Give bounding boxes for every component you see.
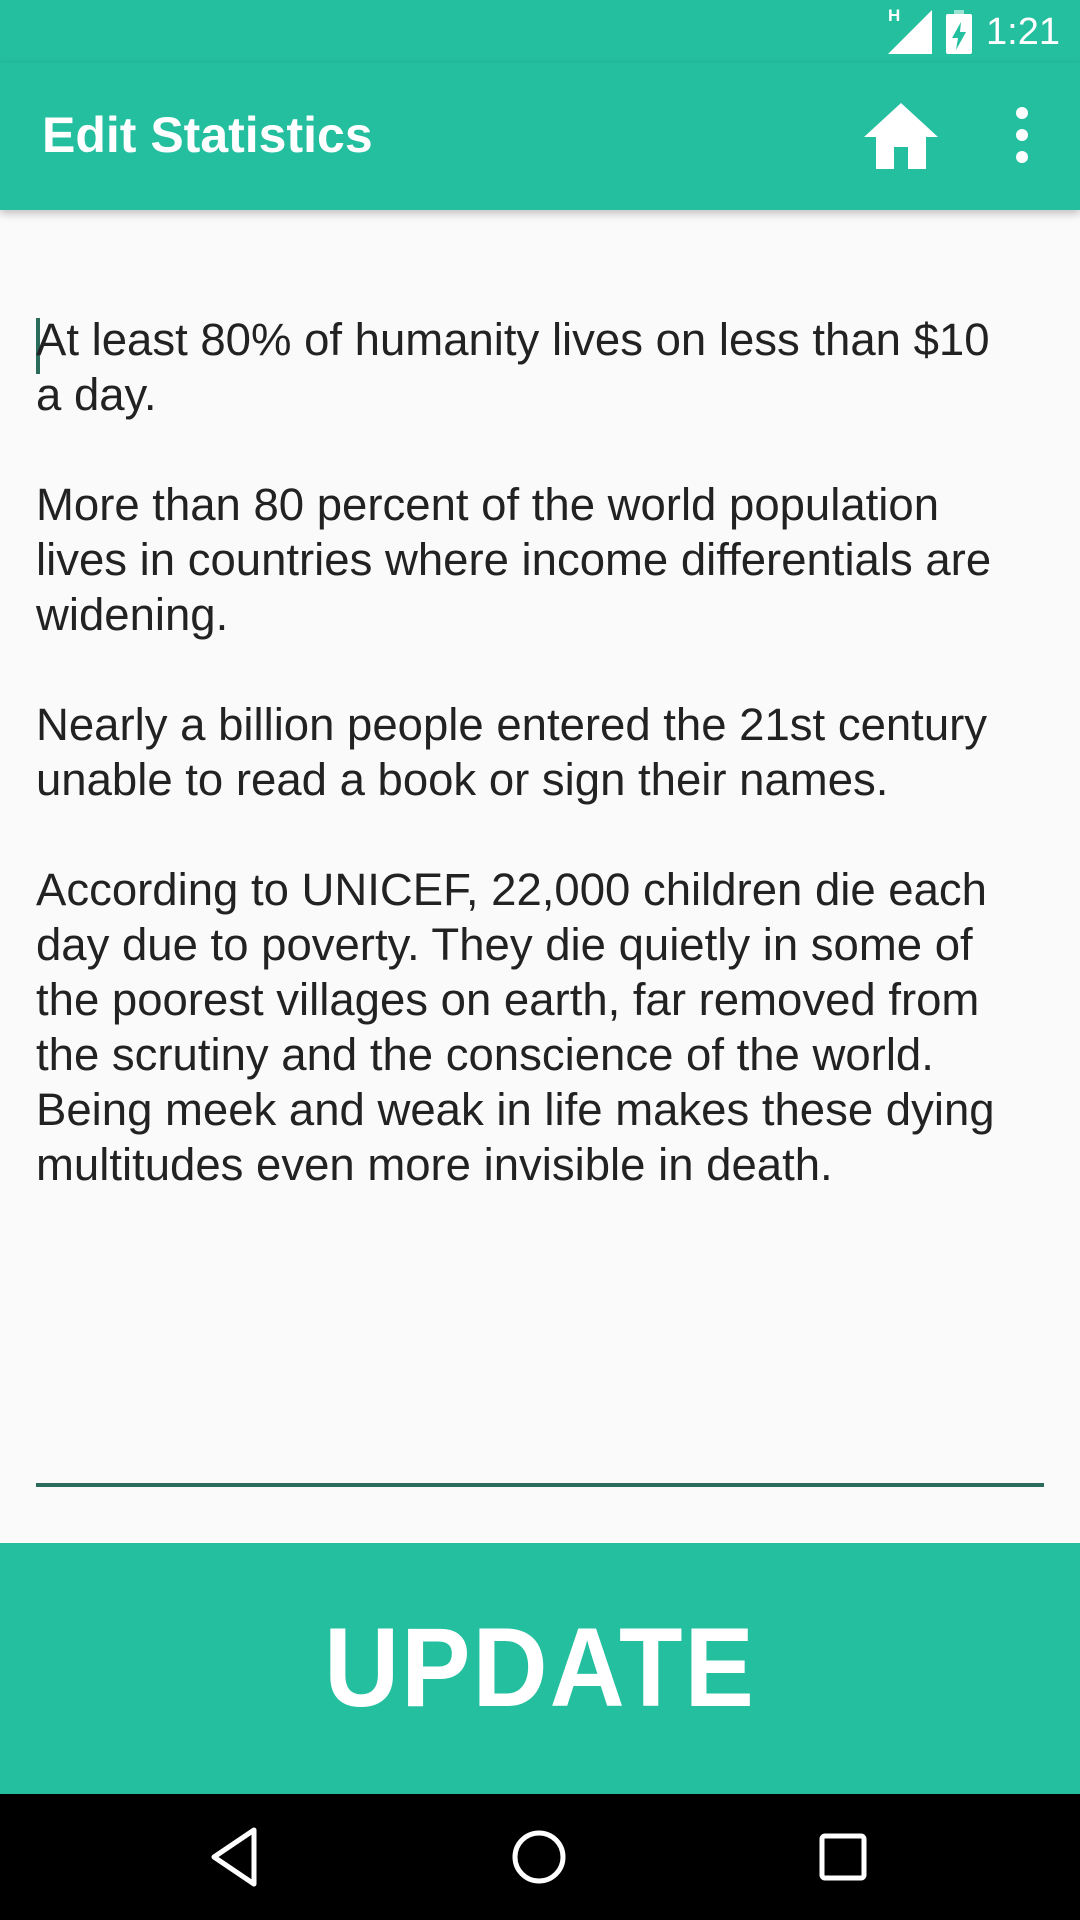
text-field-underline [36,1483,1044,1487]
status-bar: H 1:21 [0,0,1080,63]
navigation-bar [0,1794,1080,1920]
app-bar: Edit Statistics [0,63,1080,210]
home-button[interactable] [862,99,940,173]
update-button-label: UPDATE [324,1605,756,1731]
home-nav-button[interactable] [506,1824,572,1890]
back-icon [211,1827,257,1887]
battery-charging-icon [946,10,973,54]
overflow-menu-button[interactable] [994,101,1050,171]
content-area: At least 80% of humanity lives on less t… [0,210,1080,1543]
home-circle-icon [512,1830,566,1884]
more-vert-icon [1016,107,1028,163]
update-button[interactable]: UPDATE [0,1543,1080,1794]
status-time: 1:21 [986,11,1060,53]
page-title: Edit Statistics [42,107,373,163]
status-icons: H 1:21 [888,6,1060,56]
statistics-text[interactable]: At least 80% of humanity lives on less t… [36,312,1046,1192]
signal-icon: H [888,6,933,54]
home-icon [864,103,938,169]
statistics-text-field[interactable]: At least 80% of humanity lives on less t… [36,266,1044,1496]
recents-icon [819,1833,867,1881]
back-button[interactable] [204,1824,270,1890]
recents-button[interactable] [810,1824,876,1890]
